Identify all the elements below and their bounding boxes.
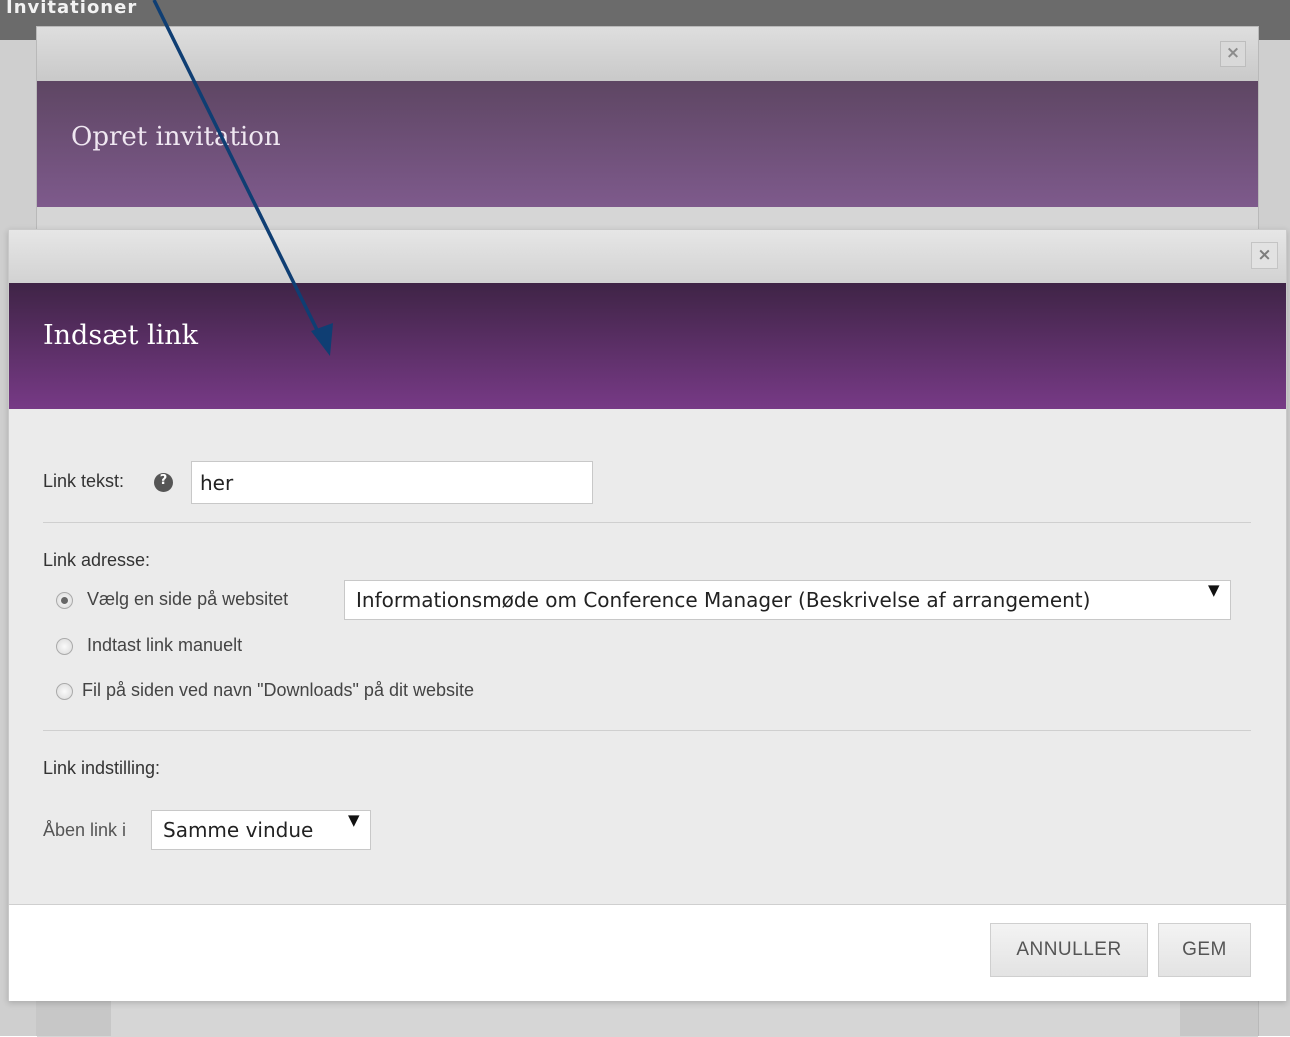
radio-downloads-file-label: Fil på siden ved navn "Downloads" på dit… — [82, 680, 475, 700]
page-select[interactable]: Informationsmøde om Conference Manager (… — [344, 580, 1231, 620]
modal-titlebar: × — [37, 27, 1258, 81]
background-header-title: Invitationer — [6, 0, 138, 18]
modal-title: Indsæt link — [43, 320, 199, 351]
link-address-label: Link adresse: — [43, 550, 151, 570]
save-button[interactable]: GEM — [1158, 923, 1251, 977]
open-link-in-label: Åben link i — [43, 820, 127, 840]
link-settings-label: Link indstilling: — [43, 758, 161, 778]
open-link-select[interactable]: Samme vindue ▼ — [151, 810, 371, 850]
close-icon[interactable]: × — [1251, 242, 1278, 269]
radio-select-page-label: Vælg en side på websitet — [87, 589, 289, 609]
link-form: Link tekst: ? Link adresse: Vælg en side… — [9, 409, 1286, 904]
chevron-down-icon: ▼ — [348, 811, 360, 829]
insert-link-modal: × Indsæt link Link tekst: ? Link adresse… — [8, 229, 1287, 1001]
radio-downloads-file[interactable] — [56, 683, 73, 700]
background-bottom-strip — [36, 1000, 111, 1036]
link-text-input[interactable] — [191, 461, 593, 504]
radio-select-page[interactable] — [56, 592, 73, 609]
radio-manual-link-label: Indtast link manuelt — [87, 635, 243, 655]
modal-header: Opret invitation — [37, 81, 1258, 207]
cancel-button[interactable]: ANNULLER — [990, 923, 1148, 977]
modal-title: Opret invitation — [71, 122, 281, 152]
chevron-down-icon: ▼ — [1208, 581, 1220, 599]
modal-header: Indsæt link — [9, 283, 1286, 409]
close-icon[interactable]: × — [1220, 41, 1246, 67]
divider — [43, 730, 1251, 731]
link-text-label: Link tekst: — [43, 471, 125, 491]
help-icon[interactable]: ? — [154, 473, 173, 492]
modal-titlebar: × — [9, 230, 1286, 283]
modal-footer: ANNULLER GEM — [9, 904, 1286, 1001]
divider — [43, 522, 1251, 523]
background-bottom-strip — [1180, 1000, 1258, 1036]
open-link-select-value: Samme vindue — [163, 818, 314, 842]
page-select-value: Informationsmøde om Conference Manager (… — [356, 588, 1091, 612]
radio-manual-link[interactable] — [56, 638, 73, 655]
